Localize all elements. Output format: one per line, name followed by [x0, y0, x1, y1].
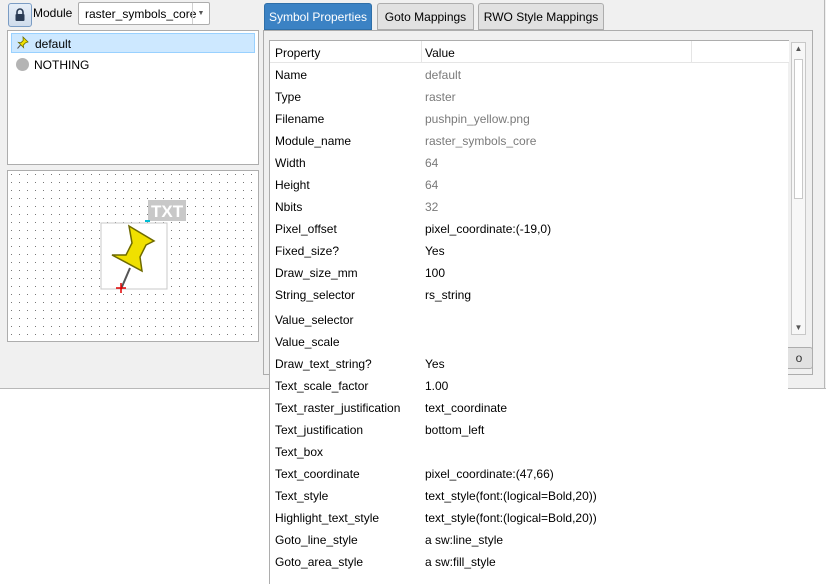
- table-row-value[interactable]: 64: [425, 156, 438, 170]
- table-row-value[interactable]: 1.00: [425, 379, 448, 393]
- vertical-scrollbar[interactable]: ▲ ▼: [791, 42, 806, 335]
- table-row-value[interactable]: 32: [425, 200, 438, 214]
- lock-button[interactable]: [8, 3, 32, 27]
- table-row-value[interactable]: pushpin_yellow.png: [425, 112, 530, 126]
- scroll-up-icon[interactable]: ▲: [792, 43, 805, 55]
- preview-canvas: TXT: [8, 171, 258, 341]
- table-row-property: Text_raster_justification: [275, 401, 401, 415]
- list-item-nothing[interactable]: NOTHING: [11, 55, 255, 75]
- table-row-property: Type: [275, 90, 302, 104]
- table-row-property: Goto_area_style: [275, 555, 364, 569]
- table-row-value[interactable]: default: [425, 68, 461, 82]
- table-row-value[interactable]: pixel_coordinate:(-19,0): [425, 222, 551, 236]
- column-header-property[interactable]: Property: [275, 46, 320, 60]
- table-row-value[interactable]: bottom_left: [425, 423, 484, 437]
- table-row-value[interactable]: raster: [425, 90, 456, 104]
- table-row-property: Width: [275, 156, 306, 170]
- tab-rwo-style-mappings[interactable]: RWO Style Mappings: [478, 3, 604, 30]
- table-row-property: Text_style: [275, 489, 329, 503]
- table-row-property: Name: [275, 68, 308, 82]
- table-row-value[interactable]: raster_symbols_core: [425, 134, 536, 148]
- table-row-property: Module_name: [275, 134, 352, 148]
- column-header-value[interactable]: Value: [425, 46, 455, 60]
- list-item-label: default: [35, 37, 72, 51]
- module-select[interactable]: raster_symbols_core ▼: [78, 2, 210, 25]
- table-row-value[interactable]: a sw:fill_style: [425, 555, 496, 569]
- table-row-value[interactable]: pixel_coordinate:(47,66): [425, 467, 554, 481]
- table-row-property: Nbits: [275, 200, 303, 214]
- symbol-preview[interactable]: TXT: [7, 170, 259, 342]
- table-row-value[interactable]: 100: [425, 266, 445, 280]
- table-row-property: Text_box: [275, 445, 324, 459]
- table-row-property: Highlight_text_style: [275, 511, 380, 525]
- table-row-property: Draw_text_string?: [275, 357, 372, 371]
- table-row-property: Value_selector: [275, 313, 354, 327]
- table-row-value[interactable]: Yes: [425, 357, 445, 371]
- table-header: Property Value: [270, 40, 789, 63]
- table-row-property: Text_scale_factor: [275, 379, 369, 393]
- table-row-property: String_selector: [275, 288, 356, 302]
- table-row-property: Filename: [275, 112, 325, 126]
- table-row-property: Pixel_offset: [275, 222, 337, 236]
- table-row-value[interactable]: 64: [425, 178, 438, 192]
- lock-icon: [15, 8, 25, 21]
- tab-symbol-properties[interactable]: Symbol Properties: [264, 3, 372, 30]
- table-row-value[interactable]: text_style(font:(logical=Bold,20)): [425, 489, 597, 503]
- module-label: Module: [33, 6, 73, 20]
- tab-goto-mappings[interactable]: Goto Mappings: [377, 3, 474, 30]
- table-row-property: Value_scale: [275, 335, 340, 349]
- table-row-property: Draw_size_mm: [275, 266, 358, 280]
- tab-label: Symbol Properties: [268, 9, 368, 24]
- tab-label: RWO Style Mappings: [483, 9, 599, 24]
- scroll-down-icon[interactable]: ▼: [792, 322, 805, 334]
- chevron-down-icon[interactable]: ▼: [192, 3, 209, 24]
- symbol-list[interactable]: default NOTHING: [7, 30, 259, 165]
- table-row-value[interactable]: Yes: [425, 244, 445, 258]
- table-row-property: Height: [275, 178, 310, 192]
- partially-hidden-button[interactable]: o: [785, 347, 813, 369]
- table-row-value[interactable]: rs_string: [425, 288, 471, 302]
- grey-circle-icon: [16, 58, 29, 71]
- table-row-value[interactable]: a sw:line_style: [425, 533, 503, 547]
- list-item-default[interactable]: default: [11, 33, 255, 53]
- window-edge: [824, 0, 825, 388]
- module-select-value: raster_symbols_core: [85, 7, 197, 21]
- table-row-property: Fixed_size?: [275, 244, 340, 258]
- table-row-property: Text_coordinate: [275, 467, 360, 481]
- table-row-property: Text_justification: [275, 423, 364, 437]
- tab-label: Goto Mappings: [384, 9, 467, 24]
- preview-text-label: TXT: [151, 202, 184, 221]
- table-row-value[interactable]: text_style(font:(logical=Bold,20)): [425, 511, 597, 525]
- list-item-label: NOTHING: [34, 58, 90, 72]
- property-table[interactable]: Property Value Name default Type raster File…: [269, 40, 789, 584]
- table-row-property: Goto_line_style: [275, 533, 358, 547]
- table-row-value[interactable]: text_coordinate: [425, 401, 507, 415]
- scroll-thumb[interactable]: [794, 59, 803, 199]
- pushpin-icon: [17, 36, 29, 49]
